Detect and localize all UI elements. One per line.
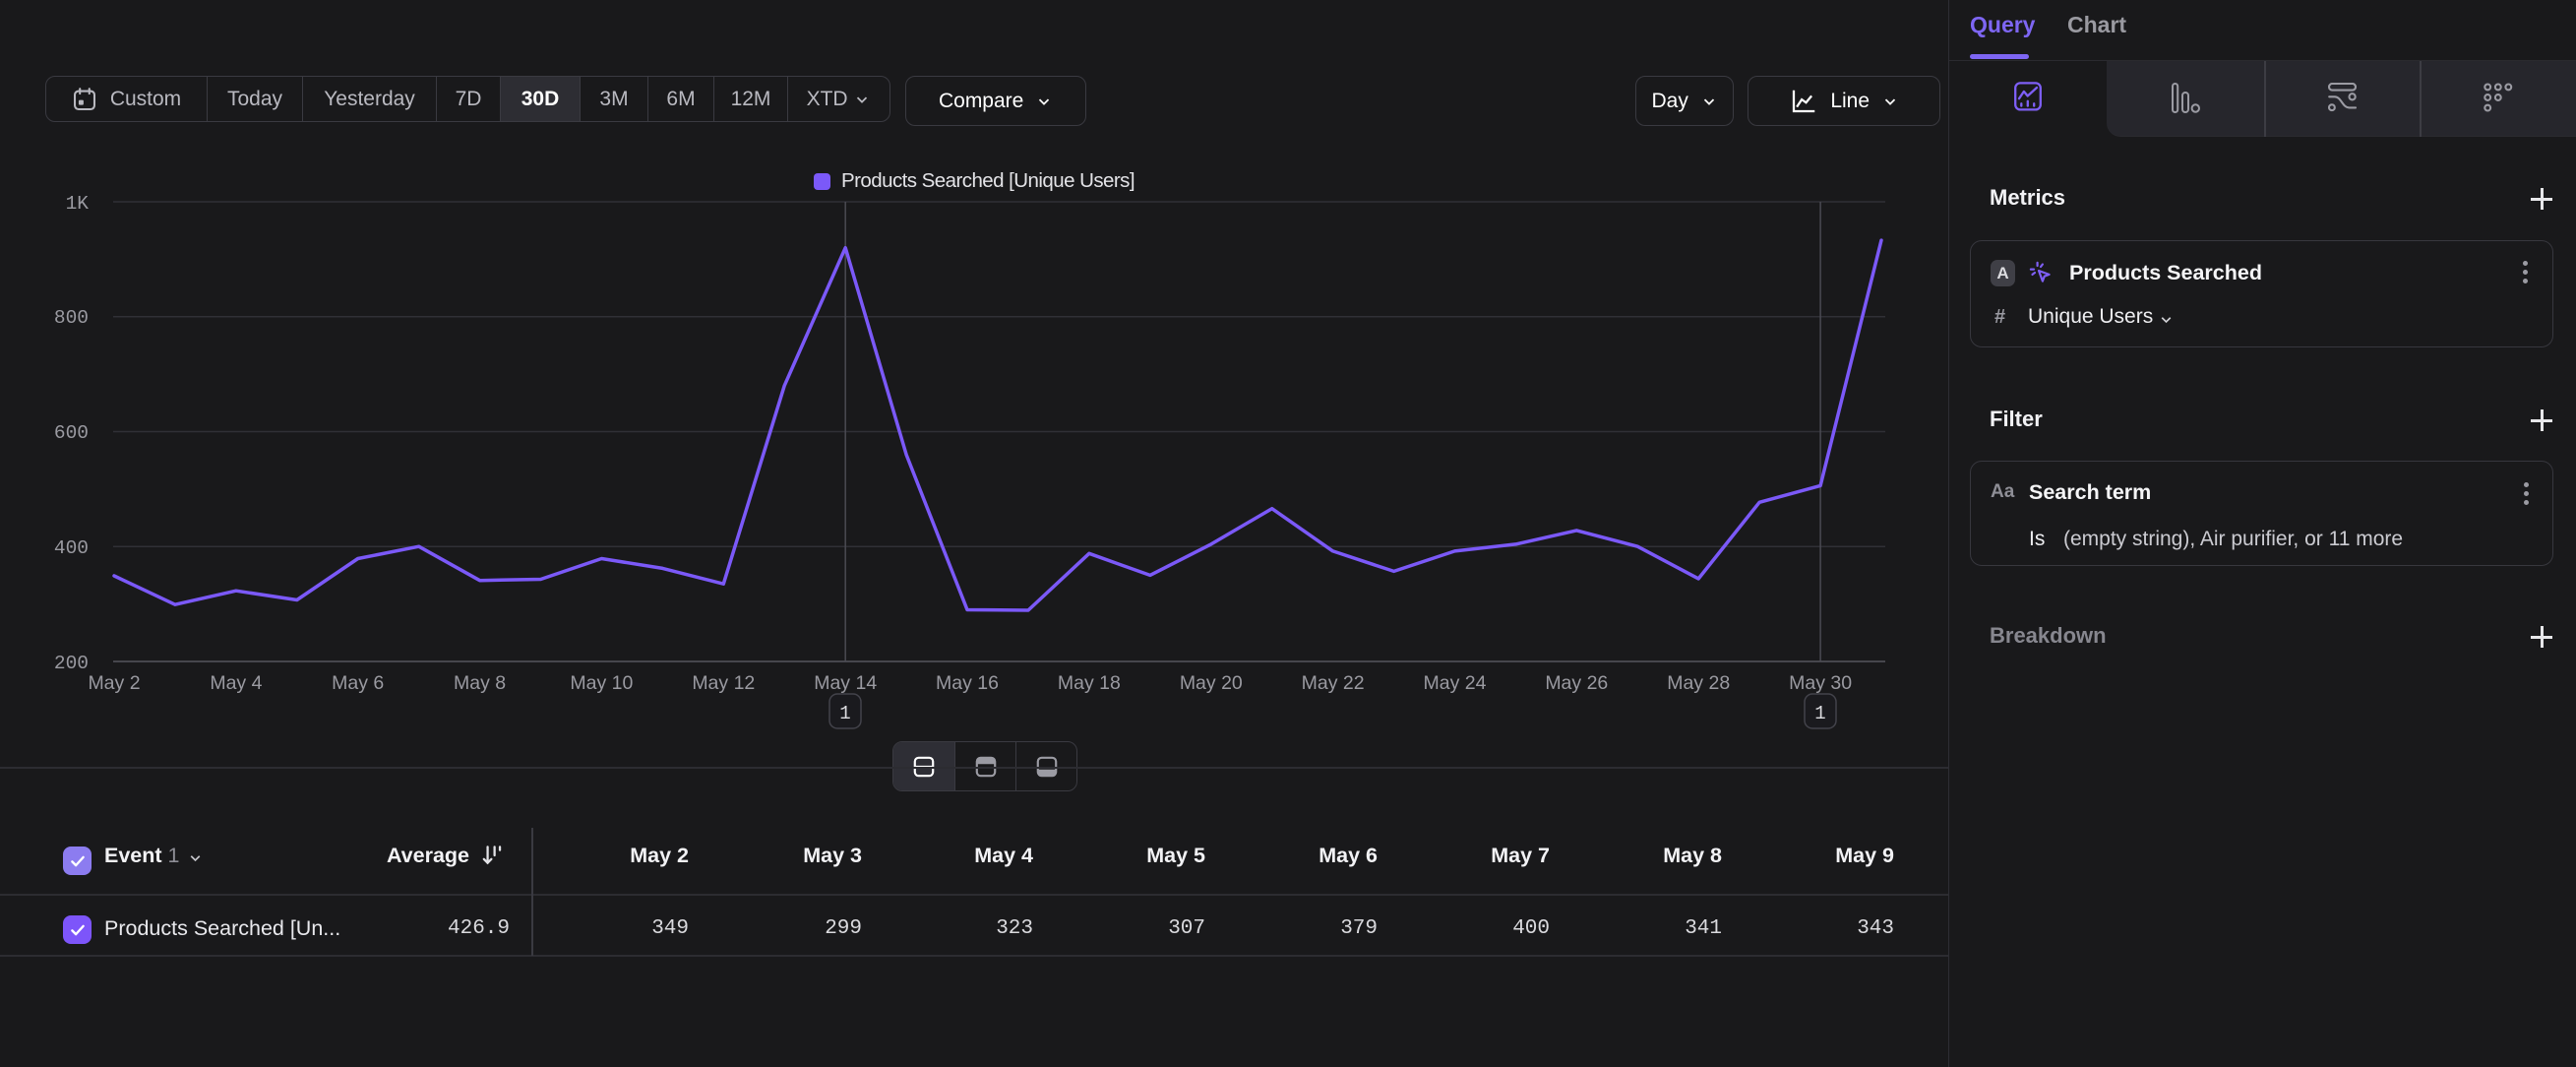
svg-text:May 20: May 20 [1180, 672, 1243, 694]
svg-text:May 8: May 8 [454, 672, 506, 694]
svg-text:May 30: May 30 [1789, 672, 1852, 694]
svg-text:May 12: May 12 [692, 672, 755, 694]
svg-text:May 24: May 24 [1424, 672, 1487, 694]
svg-text:May 4: May 4 [210, 672, 262, 694]
svg-text:400: 400 [54, 537, 89, 559]
svg-text:May 28: May 28 [1667, 672, 1730, 694]
svg-text:May 22: May 22 [1302, 672, 1365, 694]
svg-text:1: 1 [839, 703, 850, 724]
svg-text:May 26: May 26 [1545, 672, 1608, 694]
svg-text:1K: 1K [66, 193, 90, 215]
svg-text:1: 1 [1814, 703, 1825, 724]
svg-text:May 14: May 14 [814, 672, 877, 694]
svg-text:May 6: May 6 [332, 672, 384, 694]
svg-text:May 10: May 10 [570, 672, 633, 694]
svg-text:600: 600 [54, 422, 89, 444]
svg-text:800: 800 [54, 307, 89, 329]
svg-text:May 2: May 2 [88, 672, 140, 694]
svg-text:200: 200 [54, 653, 89, 674]
svg-text:May 16: May 16 [936, 672, 999, 694]
svg-text:May 18: May 18 [1058, 672, 1121, 694]
